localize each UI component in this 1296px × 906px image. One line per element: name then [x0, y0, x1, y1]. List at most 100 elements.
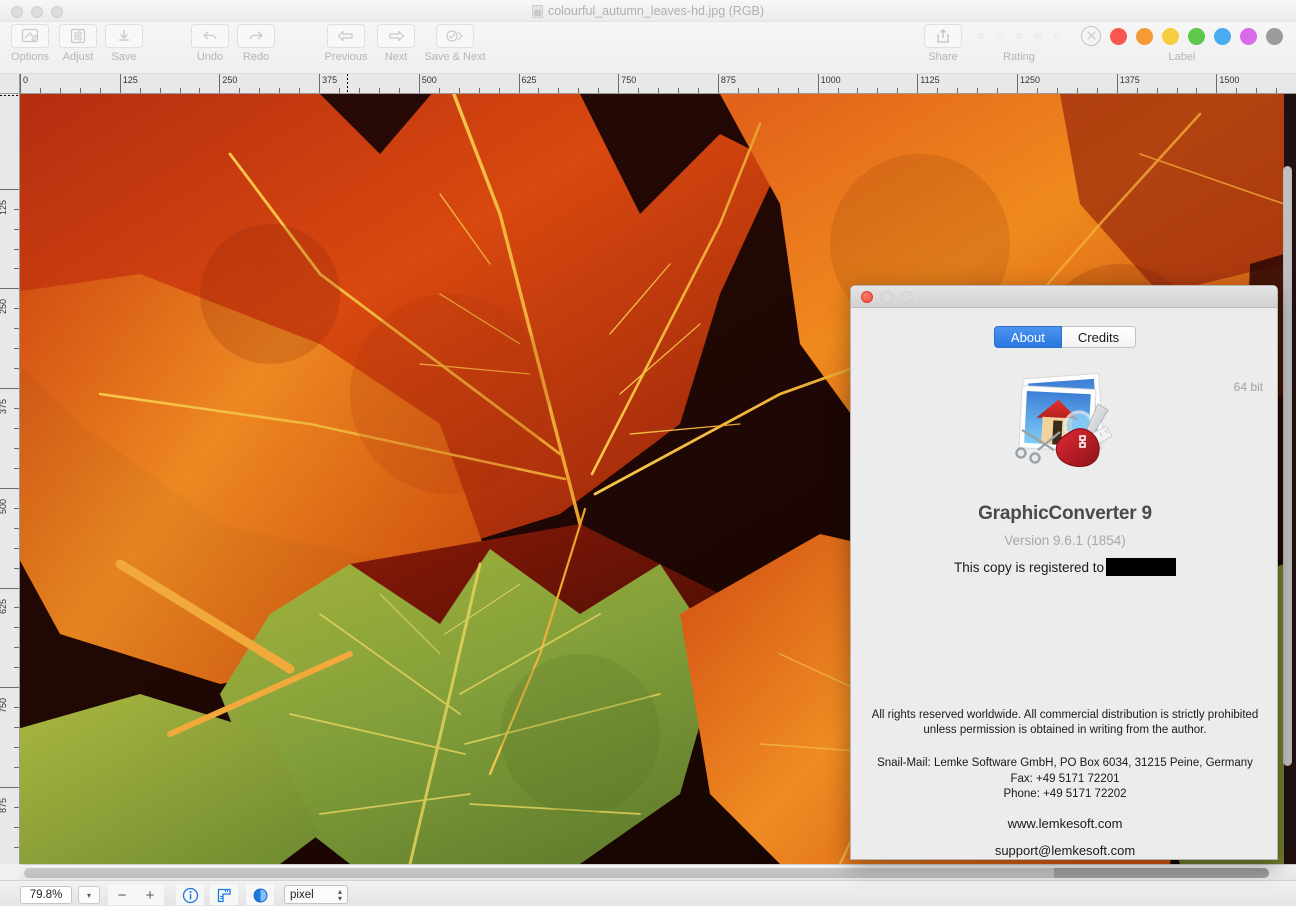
color-profile-globe-icon: [253, 888, 267, 902]
options-icon: [21, 28, 39, 43]
rating-star-4[interactable]: ☆: [1033, 30, 1043, 42]
redo-button[interactable]: [237, 24, 275, 48]
rating-star-2[interactable]: ☆: [995, 30, 1005, 42]
ruler-label: 1250: [1020, 75, 1041, 85]
redacted-owner-name: [1106, 558, 1177, 576]
adjust-sliders-icon: [70, 28, 86, 44]
ruler-tick-major: [717, 74, 719, 93]
registration-line: This copy is registered to: [851, 558, 1277, 576]
ruler-tick-major: [1216, 74, 1218, 93]
main-toolbar: Options Adjust Save Undo Redo Previous N…: [0, 22, 1296, 74]
ruler-label: 625: [521, 75, 537, 85]
ruler-tick-major: [0, 687, 19, 689]
save-and-next-button[interactable]: [436, 24, 474, 48]
horizontal-scrollbar[interactable]: [20, 864, 1296, 880]
about-dialog[interactable]: About Credits 64 bit GraphicConverter 9 …: [850, 285, 1278, 860]
vertical-scrollbar[interactable]: [1282, 96, 1293, 841]
about-tabbar[interactable]: About Credits: [851, 326, 1277, 348]
ruler-tick-major: [1116, 74, 1118, 93]
rights-text: All rights reserved worldwide. All comme…: [871, 709, 1259, 736]
options-label: Options: [11, 51, 49, 63]
ruler-toggle-button[interactable]: [210, 885, 238, 905]
unit-select[interactable]: pixel ▴ ▾: [284, 885, 348, 904]
rating-star-5[interactable]: ☆: [1052, 30, 1062, 42]
save-button[interactable]: [105, 24, 143, 48]
label-swatch-gray[interactable]: [1266, 27, 1283, 45]
no-label-x-circle-icon[interactable]: [1081, 26, 1101, 46]
undo-button[interactable]: [191, 24, 229, 48]
ruler-label: 1000: [820, 75, 841, 85]
image-document-icon: [531, 4, 543, 18]
horizontal-scrollbar-thumb[interactable]: [24, 868, 1269, 878]
ruler-label: 375: [322, 75, 338, 85]
chevron-down-icon: ▾: [86, 890, 91, 900]
save-download-icon: [119, 30, 129, 41]
ruler-label: 250: [0, 299, 8, 315]
label-swatch-orange[interactable]: [1136, 27, 1153, 45]
graphicconverter-main-window: colourful_autumn_leaves-hd.jpg (RGB) Opt…: [0, 0, 1296, 906]
tab-credits[interactable]: Credits: [1061, 326, 1137, 348]
status-bar: 79.8% ▾ − + pixel ▴ ▾: [0, 880, 1296, 906]
previous-label: Previous: [324, 51, 368, 63]
share-button[interactable]: [924, 24, 962, 48]
zoom-in-button[interactable]: +: [136, 885, 164, 905]
ruler-tick-major: [119, 74, 121, 93]
toolbar-item-redo[interactable]: Redo: [226, 24, 286, 63]
ruler-tick-major: [0, 587, 19, 589]
support-email-link[interactable]: support@lemkesoft.com: [851, 843, 1277, 858]
label-swatch-yellow[interactable]: [1162, 27, 1179, 45]
graphicconverter-app-icon: [1002, 366, 1128, 492]
ruler-label: 500: [0, 498, 8, 514]
ruler-tick-major: [0, 786, 19, 788]
adjust-button[interactable]: [59, 24, 97, 48]
ruler-tick-major: [1017, 74, 1018, 93]
toolbar-item-save-and-next[interactable]: Save & Next: [424, 24, 486, 63]
about-minimize-button: [881, 291, 893, 303]
info-button[interactable]: [176, 885, 204, 905]
label-group-label: Label: [1168, 51, 1196, 63]
horizontal-ruler[interactable]: 0 125 250 375 500 625 750 875 1000 1125 1250 1375 15…: [20, 74, 1296, 94]
vertical-ruler[interactable]: 1252503755006257508751000: [0, 94, 20, 864]
toolbar-item-save[interactable]: Save: [94, 24, 154, 63]
label-swatch-purple[interactable]: [1240, 27, 1257, 45]
ruler-tick-major: [0, 487, 19, 489]
zoom-preset-dropdown[interactable]: ▾: [78, 886, 100, 904]
label-color-swatches[interactable]: [1081, 24, 1283, 48]
previous-button[interactable]: [327, 24, 365, 48]
unit-select-value: pixel: [290, 888, 314, 901]
registration-prefix: This copy is registered to: [953, 560, 1105, 575]
website-link[interactable]: www.lemkesoft.com: [851, 816, 1277, 831]
color-profile-button[interactable]: [246, 885, 274, 905]
zoom-out-button[interactable]: −: [108, 885, 136, 905]
toolbar-item-next[interactable]: Next: [366, 24, 426, 63]
window-title: colourful_autumn_leaves-hd.jpg (RGB): [547, 4, 765, 18]
about-dialog-body: About Credits 64 bit GraphicConverter 9 …: [851, 308, 1277, 859]
about-zoom-button: [901, 291, 913, 303]
ruler-corner-icon: [217, 888, 231, 902]
rating-star-1[interactable]: ☆: [976, 30, 986, 42]
label-swatch-green[interactable]: [1188, 27, 1205, 45]
arrow-left-icon: [337, 30, 353, 42]
ruler-tick-major: [0, 388, 19, 390]
ruler-label: 750: [0, 698, 8, 714]
next-button[interactable]: [377, 24, 415, 48]
tab-about[interactable]: About: [993, 326, 1062, 348]
about-dialog-titlebar: [851, 286, 1277, 308]
ruler-tick-major: [418, 74, 420, 93]
ruler-label: 125: [0, 199, 8, 215]
ruler-tick-major: [817, 74, 819, 93]
toolbar-item-label: Label: [1070, 24, 1294, 63]
ruler-cursor-marker: [0, 95, 19, 96]
toolbar-item-rating[interactable]: ☆ ☆ ☆ ☆ ☆ Rating: [963, 24, 1075, 63]
save-label: Save: [111, 51, 137, 63]
vertical-scrollbar-thumb[interactable]: [1283, 166, 1292, 766]
rating-stars[interactable]: ☆ ☆ ☆ ☆ ☆: [976, 24, 1061, 48]
about-close-button[interactable]: [861, 291, 873, 303]
label-swatch-red[interactable]: [1110, 27, 1127, 45]
ruler-label: 875: [0, 797, 8, 813]
ruler-label: 0: [23, 75, 29, 85]
zoom-level-input[interactable]: 79.8%: [20, 886, 72, 904]
rating-star-3[interactable]: ☆: [1014, 30, 1024, 42]
options-button[interactable]: [11, 24, 49, 48]
label-swatch-blue[interactable]: [1214, 27, 1231, 45]
